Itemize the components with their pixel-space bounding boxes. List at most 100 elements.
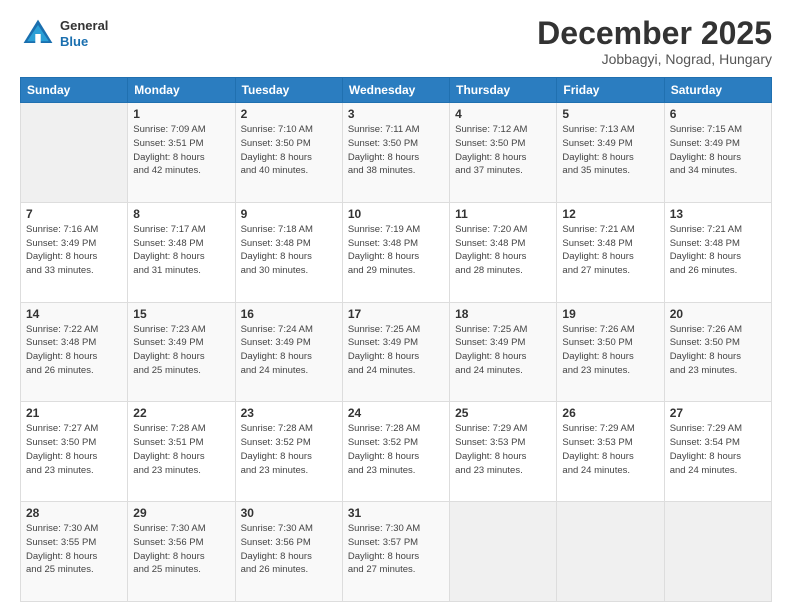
day-cell: 29 Sunrise: 7:30 AMSunset: 3:56 PMDayligh… (128, 502, 235, 602)
day-cell: 3 Sunrise: 7:11 AMSunset: 3:50 PMDaylight… (342, 103, 449, 203)
weekday-header-sunday: Sunday (21, 78, 128, 103)
logo-blue: Blue (60, 34, 108, 50)
day-number: 25 (455, 406, 551, 420)
day-number: 29 (133, 506, 229, 520)
logo-icon (20, 16, 56, 52)
day-info: Sunrise: 7:20 AMSunset: 3:48 PMDaylight:… (455, 223, 551, 278)
day-cell: 4 Sunrise: 7:12 AMSunset: 3:50 PMDaylight… (450, 103, 557, 203)
day-info: Sunrise: 7:30 AMSunset: 3:56 PMDaylight:… (241, 522, 337, 577)
day-number: 6 (670, 107, 766, 121)
day-number: 16 (241, 307, 337, 321)
week-row-5: 28 Sunrise: 7:30 AMSunset: 3:55 PMDayligh… (21, 502, 772, 602)
day-info: Sunrise: 7:25 AMSunset: 3:49 PMDaylight:… (348, 323, 444, 378)
day-number: 8 (133, 207, 229, 221)
day-number: 10 (348, 207, 444, 221)
month-year-title: December 2025 (537, 16, 772, 51)
day-info: Sunrise: 7:23 AMSunset: 3:49 PMDaylight:… (133, 323, 229, 378)
calendar-table: SundayMondayTuesdayWednesdayThursdayFrid… (20, 77, 772, 602)
day-info: Sunrise: 7:15 AMSunset: 3:49 PMDaylight:… (670, 123, 766, 178)
day-cell (557, 502, 664, 602)
day-number: 22 (133, 406, 229, 420)
day-info: Sunrise: 7:09 AMSunset: 3:51 PMDaylight:… (133, 123, 229, 178)
day-number: 7 (26, 207, 122, 221)
day-number: 28 (26, 506, 122, 520)
day-number: 30 (241, 506, 337, 520)
day-info: Sunrise: 7:30 AMSunset: 3:55 PMDaylight:… (26, 522, 122, 577)
day-cell: 9Sunrise: 7:18 AMSunset: 3:48 PMDaylight… (235, 202, 342, 302)
day-info: Sunrise: 7:24 AMSunset: 3:49 PMDaylight:… (241, 323, 337, 378)
weekday-header-wednesday: Wednesday (342, 78, 449, 103)
day-info: Sunrise: 7:28 AMSunset: 3:52 PMDaylight:… (241, 422, 337, 477)
day-info: Sunrise: 7:18 AMSunset: 3:48 PMDaylight:… (241, 223, 337, 278)
title-block: December 2025 Jobbagyi, Nograd, Hungary (537, 16, 772, 67)
day-cell: 25 Sunrise: 7:29 AMSunset: 3:53 PMDayligh… (450, 402, 557, 502)
day-info: Sunrise: 7:30 AMSunset: 3:57 PMDaylight:… (348, 522, 444, 577)
day-number: 26 (562, 406, 658, 420)
day-number: 27 (670, 406, 766, 420)
day-number: 19 (562, 307, 658, 321)
day-info: Sunrise: 7:27 AMSunset: 3:50 PMDaylight:… (26, 422, 122, 477)
day-cell: 28 Sunrise: 7:30 AMSunset: 3:55 PMDayligh… (21, 502, 128, 602)
day-cell: 19 Sunrise: 7:26 AMSunset: 3:50 PMDayligh… (557, 302, 664, 402)
day-info: Sunrise: 7:11 AMSunset: 3:50 PMDaylight:… (348, 123, 444, 178)
day-cell: 20 Sunrise: 7:26 AMSunset: 3:50 PMDayligh… (664, 302, 771, 402)
day-info: Sunrise: 7:29 AMSunset: 3:53 PMDaylight:… (455, 422, 551, 477)
day-cell: 13 Sunrise: 7:21 AMSunset: 3:48 PMDayligh… (664, 202, 771, 302)
day-info: Sunrise: 7:21 AMSunset: 3:48 PMDaylight:… (562, 223, 658, 278)
day-number: 4 (455, 107, 551, 121)
day-number: 24 (348, 406, 444, 420)
day-info: Sunrise: 7:26 AMSunset: 3:50 PMDaylight:… (562, 323, 658, 378)
day-number: 11 (455, 207, 551, 221)
day-cell: 17Sunrise: 7:25 AMSunset: 3:49 PMDayligh… (342, 302, 449, 402)
day-cell (450, 502, 557, 602)
calendar-body: 1 Sunrise: 7:09 AMSunset: 3:51 PMDaylight… (21, 103, 772, 602)
weekday-header-saturday: Saturday (664, 78, 771, 103)
day-number: 3 (348, 107, 444, 121)
day-cell: 15 Sunrise: 7:23 AMSunset: 3:49 PMDayligh… (128, 302, 235, 402)
day-cell: 7 Sunrise: 7:16 AMSunset: 3:49 PMDaylight… (21, 202, 128, 302)
weekday-header-friday: Friday (557, 78, 664, 103)
weekday-header-thursday: Thursday (450, 78, 557, 103)
day-info: Sunrise: 7:21 AMSunset: 3:48 PMDaylight:… (670, 223, 766, 278)
week-row-3: 14Sunrise: 7:22 AMSunset: 3:48 PMDayligh… (21, 302, 772, 402)
day-info: Sunrise: 7:19 AMSunset: 3:48 PMDaylight:… (348, 223, 444, 278)
day-info: Sunrise: 7:10 AMSunset: 3:50 PMDaylight:… (241, 123, 337, 178)
day-cell: 12 Sunrise: 7:21 AMSunset: 3:48 PMDayligh… (557, 202, 664, 302)
day-info: Sunrise: 7:22 AMSunset: 3:48 PMDaylight:… (26, 323, 122, 378)
day-info: Sunrise: 7:26 AMSunset: 3:50 PMDaylight:… (670, 323, 766, 378)
day-cell: 14Sunrise: 7:22 AMSunset: 3:48 PMDayligh… (21, 302, 128, 402)
day-info: Sunrise: 7:25 AMSunset: 3:49 PMDaylight:… (455, 323, 551, 378)
day-number: 12 (562, 207, 658, 221)
day-info: Sunrise: 7:13 AMSunset: 3:49 PMDaylight:… (562, 123, 658, 178)
day-cell: 10 Sunrise: 7:19 AMSunset: 3:48 PMDayligh… (342, 202, 449, 302)
weekday-header-monday: Monday (128, 78, 235, 103)
day-info: Sunrise: 7:17 AMSunset: 3:48 PMDaylight:… (133, 223, 229, 278)
location-subtitle: Jobbagyi, Nograd, Hungary (537, 51, 772, 67)
day-number: 1 (133, 107, 229, 121)
day-info: Sunrise: 7:30 AMSunset: 3:56 PMDaylight:… (133, 522, 229, 577)
calendar-page: General Blue December 2025 Jobbagyi, Nog… (0, 0, 792, 612)
week-row-4: 21 Sunrise: 7:27 AMSunset: 3:50 PMDayligh… (21, 402, 772, 502)
day-cell: 18 Sunrise: 7:25 AMSunset: 3:49 PMDayligh… (450, 302, 557, 402)
day-cell: 24Sunrise: 7:28 AMSunset: 3:52 PMDayligh… (342, 402, 449, 502)
day-number: 15 (133, 307, 229, 321)
day-cell: 11 Sunrise: 7:20 AMSunset: 3:48 PMDayligh… (450, 202, 557, 302)
day-cell: 30 Sunrise: 7:30 AMSunset: 3:56 PMDayligh… (235, 502, 342, 602)
day-number: 18 (455, 307, 551, 321)
day-info: Sunrise: 7:12 AMSunset: 3:50 PMDaylight:… (455, 123, 551, 178)
day-number: 13 (670, 207, 766, 221)
day-info: Sunrise: 7:28 AMSunset: 3:51 PMDaylight:… (133, 422, 229, 477)
logo: General Blue (20, 16, 108, 52)
page-header: General Blue December 2025 Jobbagyi, Nog… (20, 16, 772, 67)
day-cell: 22 Sunrise: 7:28 AMSunset: 3:51 PMDayligh… (128, 402, 235, 502)
day-info: Sunrise: 7:29 AMSunset: 3:54 PMDaylight:… (670, 422, 766, 477)
day-number: 23 (241, 406, 337, 420)
day-cell: 16 Sunrise: 7:24 AMSunset: 3:49 PMDayligh… (235, 302, 342, 402)
day-cell: 21 Sunrise: 7:27 AMSunset: 3:50 PMDayligh… (21, 402, 128, 502)
day-info: Sunrise: 7:16 AMSunset: 3:49 PMDaylight:… (26, 223, 122, 278)
day-number: 21 (26, 406, 122, 420)
day-cell: 26Sunrise: 7:29 AMSunset: 3:53 PMDayligh… (557, 402, 664, 502)
day-number: 20 (670, 307, 766, 321)
weekday-header-row: SundayMondayTuesdayWednesdayThursdayFrid… (21, 78, 772, 103)
day-cell: 2Sunrise: 7:10 AMSunset: 3:50 PMDaylight… (235, 103, 342, 203)
